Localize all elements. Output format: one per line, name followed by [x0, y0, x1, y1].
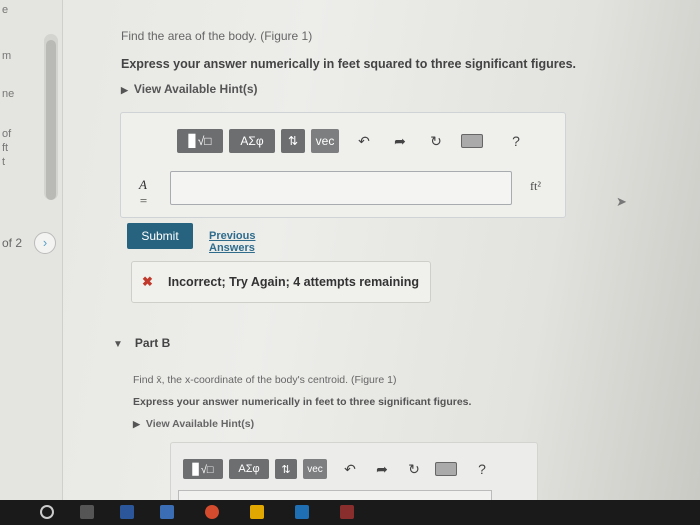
answer-input[interactable] [170, 171, 512, 205]
undo-icon[interactable]: ↶ [353, 129, 375, 153]
panel-fragment: e [2, 4, 9, 16]
feedback-box: ✖ Incorrect; Try Again; 4 attempts remai… [131, 261, 431, 303]
caret-down-icon: ▼ [113, 339, 123, 350]
help-button[interactable]: ? [471, 457, 493, 481]
templates-button[interactable]: ▊√□ [183, 459, 223, 479]
hints-label: View Available Hint(s) [145, 418, 255, 430]
reset-icon[interactable]: ↻ [403, 457, 425, 481]
part-a-question: Find the area of the body. (Figure 1) [121, 29, 313, 43]
panel-fragment: t [2, 156, 6, 168]
part-a-instruction: Express your answer numerically in feet … [121, 57, 576, 71]
keyboard-icon[interactable] [435, 462, 457, 476]
part-a-hints-link[interactable]: ▶ View Available Hint(s) [121, 82, 258, 96]
greek-symbols-button[interactable]: ΑΣφ [229, 459, 269, 479]
arrows-button[interactable]: ⇅ [281, 129, 305, 153]
part-b-question: Find x̄, the x-coordinate of the body's … [133, 374, 397, 386]
panel-fragment: ne [2, 88, 15, 100]
greek-symbols-button[interactable]: ΑΣφ [229, 129, 275, 153]
redo-icon[interactable]: ➦ [389, 129, 411, 153]
screen: e m ne of ft t of 2 › Find the area of t… [0, 0, 700, 525]
folder-icon[interactable] [250, 505, 264, 519]
triangle-right-icon: ▶ [133, 419, 140, 429]
panel-fragment: ft [2, 142, 9, 154]
help-button[interactable]: ? [505, 129, 527, 153]
panel-fragment: of [2, 128, 12, 140]
math-toolbar: ▊√□ ΑΣφ ⇅ vec ↶ ➦ ↻ ? [183, 457, 507, 481]
panel-fragment: m [2, 50, 12, 62]
error-x-icon: ✖ [142, 274, 153, 289]
part-b-instruction: Express your answer numerically in feet … [133, 396, 472, 408]
redo-icon[interactable]: ➦ [371, 457, 393, 481]
app-icon[interactable] [160, 505, 174, 519]
hints-label: View Available Hint(s) [133, 82, 258, 96]
word-icon[interactable] [120, 505, 134, 519]
scrollbar-thumb[interactable] [46, 40, 56, 200]
triangle-right-icon: ▶ [121, 85, 128, 95]
part-b-header[interactable]: ▼ Part B [113, 336, 170, 350]
mail-icon[interactable] [295, 505, 309, 519]
reset-icon[interactable]: ↻ [425, 129, 447, 153]
vector-button[interactable]: vec [311, 129, 339, 153]
next-page-button[interactable]: › [34, 232, 56, 254]
task-view-icon[interactable] [80, 505, 94, 519]
undo-icon[interactable]: ↶ [339, 457, 361, 481]
submit-button[interactable]: Submit [127, 223, 193, 249]
app-icon[interactable] [340, 505, 354, 519]
arrows-button[interactable]: ⇅ [275, 459, 297, 479]
variable-label: A = [139, 177, 148, 208]
chevron-right-icon: › [42, 235, 48, 250]
feedback-text: Incorrect; Try Again; 4 attempts remaini… [168, 275, 419, 289]
part-b-hints-link[interactable]: ▶ View Available Hint(s) [133, 418, 254, 430]
keyboard-icon[interactable] [461, 134, 483, 148]
chrome-icon[interactable] [205, 505, 219, 519]
mouse-cursor-icon: ➤ [616, 194, 627, 209]
search-icon[interactable] [40, 505, 54, 519]
unit-label: ft² [530, 179, 541, 193]
page-indicator: of 2 [2, 236, 23, 250]
templates-button[interactable]: ▊√□ [177, 129, 223, 153]
left-panel: e m ne of ft t of 2 › [0, 0, 63, 500]
part-b-title: Part B [134, 336, 171, 350]
previous-answers-link[interactable]: Previous Answers [209, 230, 255, 254]
math-toolbar: ▊√□ ΑΣφ ⇅ vec ↶ ➦ ↻ ? [177, 129, 541, 153]
vector-button[interactable]: vec [303, 459, 327, 479]
